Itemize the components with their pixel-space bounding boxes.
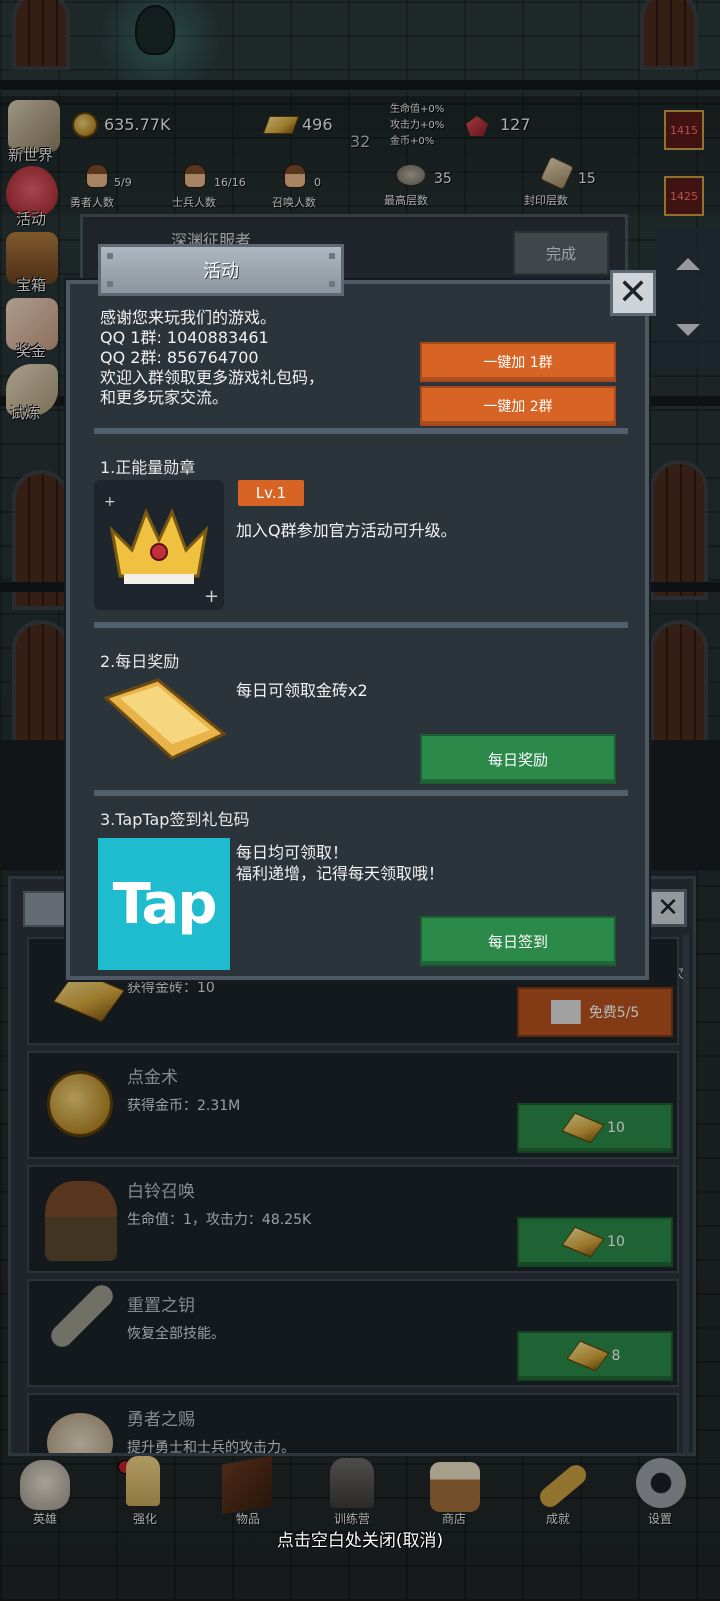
crown-medal-icon: + + [104,494,219,607]
taptap-logo-text: Tap [112,871,218,937]
section-divider [94,622,628,628]
modal-title: 活动 [203,261,239,282]
join-group2-button[interactable]: 一键加 2群 [420,386,616,426]
taptap-logo: Tap [98,838,230,970]
rivet [329,253,335,259]
section-divider [94,790,628,796]
close-modal-button[interactable]: ✕ [610,270,656,316]
event-modal: 感谢您来玩我们的游戏。 QQ 1群: 1040883461 QQ 2群: 856… [66,280,649,980]
modal-title-tab: 活动 [98,244,344,296]
section-body: 每日可领取金砖x2 [236,681,368,700]
rivet [107,253,113,259]
section-body: 加入Q群参加官方活动可升级。 [236,521,457,540]
svg-text:+: + [204,586,219,607]
section-body: 每日均可领取！ 福利递增，记得每天领取哦！ [236,843,445,883]
close-icon: ✕ [617,272,649,313]
daily-reward-button[interactable]: 每日奖励 [420,734,616,784]
join-group1-button[interactable]: 一键加 1群 [420,342,616,382]
daily-checkin-button[interactable]: 每日签到 [420,916,616,966]
section-divider [94,428,628,434]
section-title: 3.TapTap签到礼包码 [100,810,250,829]
medal-frame: + + [94,480,224,610]
intro-text: 感谢您来玩我们的游戏。 QQ 1群: 1040883461 QQ 2群: 856… [100,308,325,407]
rivet [107,281,113,287]
svg-text:+: + [104,494,116,510]
section-title: 2.每日奖励 [100,652,180,671]
rivet [329,281,335,287]
level-badge: Lv.1 [238,480,304,506]
close-hint: 点击空白处关闭(取消) [276,1531,444,1551]
gold-bar-icon [103,678,227,760]
section-title: 1.正能量勋章 [100,458,196,477]
